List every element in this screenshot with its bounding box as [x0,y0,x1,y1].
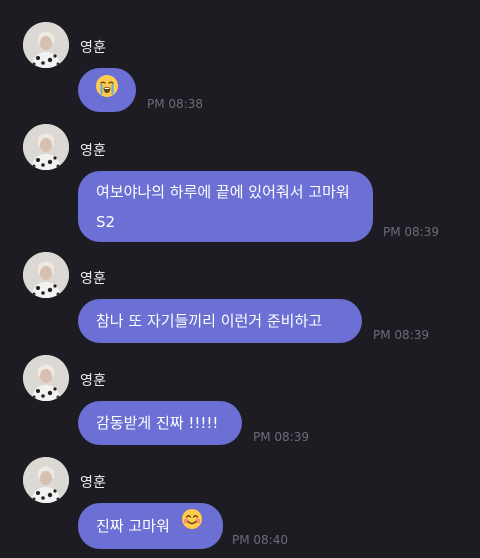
avatar[interactable] [23,252,69,298]
smiling-face-icon [181,502,203,548]
message-bubble[interactable] [78,68,136,112]
sender-name: 영훈 [80,40,107,56]
message-bubble[interactable]: 여보야나의 하루에 끝에 있어줘서 고마워 S2 [78,171,373,242]
message-text: 진짜 고마워 [96,517,170,535]
avatar[interactable] [23,22,69,68]
message-bubble[interactable]: 참나 또 자기들끼리 이런거 준비하고 [78,299,362,343]
message-timestamp: PM 08:38 [147,97,203,111]
avatar[interactable] [23,457,69,503]
sender-name: 영훈 [80,143,107,159]
avatar[interactable] [23,124,69,170]
message-bubble[interactable]: 감동받게 진짜 !!!!! [78,401,242,445]
message-timestamp: PM 08:39 [253,430,309,444]
message-timestamp: PM 08:39 [373,328,429,342]
loudly-crying-face-icon [95,74,119,107]
sender-name: 영훈 [80,373,107,389]
sender-name: 영훈 [80,271,107,287]
avatar[interactable] [23,355,69,401]
message-timestamp: PM 08:39 [383,225,439,239]
chat-thread: 영훈 PM 08:38 영훈 여보야나의 하루에 끝에 있어줘서 고마워 S2 … [0,0,480,558]
message-bubble[interactable]: 진짜 고마워 [78,503,223,549]
message-timestamp: PM 08:40 [232,533,288,547]
sender-name: 영훈 [80,475,107,491]
